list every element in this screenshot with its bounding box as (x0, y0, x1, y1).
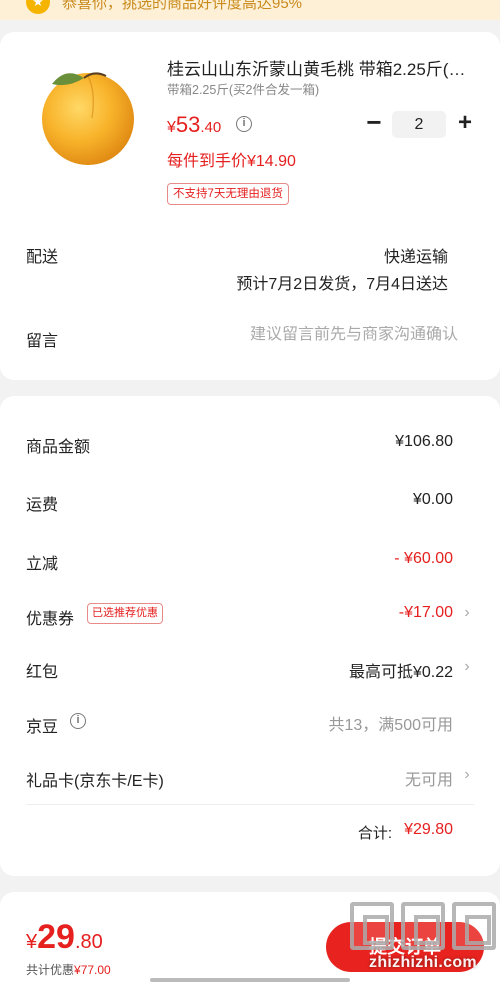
quantity-decrease-button[interactable]: − (363, 109, 385, 136)
watermark-glyph (401, 902, 445, 950)
price-decimal: .80 (74, 931, 103, 953)
quantity-increase-button[interactable]: + (454, 110, 476, 136)
no-return-badge: 不支持7天无理由退货 (167, 183, 289, 205)
product-title[interactable]: 桂云山山东沂蒙山黄毛桃 带箱2.25斤(买2件合发一箱) (167, 55, 472, 80)
watermark-glyph (350, 902, 394, 950)
shipping-fee-value: ¥0.00 (412, 491, 453, 508)
watermark-logo (350, 902, 496, 954)
savings-value: ¥77.00 (74, 963, 111, 977)
chevron-right-icon[interactable]: › (462, 766, 472, 784)
shipping-fee-label: 运费 (26, 497, 59, 514)
product-price: ¥53.40 (167, 112, 221, 138)
info-icon[interactable]: i (236, 116, 252, 132)
note-input[interactable] (188, 326, 458, 344)
site-watermark: zhizhizhi.com (350, 902, 496, 978)
savings-label: 共计优惠 (26, 963, 75, 977)
watermark-text: zhizhizhi.com (369, 954, 477, 971)
delivery-method[interactable]: 快递运输 (384, 243, 448, 267)
jingdou-label: 京豆 (26, 719, 59, 736)
medal-icon: ★ (26, 0, 50, 14)
payable-price: ¥29.80 (26, 918, 103, 957)
divider (26, 804, 474, 805)
coupon-value[interactable]: -¥17.00 (399, 604, 453, 622)
total-value: ¥29.80 (404, 821, 453, 838)
product-spec: 带箱2.25斤(买2件合发一箱) (167, 83, 320, 97)
note-label: 留言 (26, 333, 59, 350)
jingdou-value: 共13，满500可用 (328, 717, 454, 734)
instant-discount-value: - ¥60.00 (394, 550, 453, 567)
total-savings: 共计优惠¥77.00 (26, 961, 111, 978)
gift-card-value[interactable]: 无可用 (405, 766, 453, 790)
goods-amount-label: 商品金额 (26, 439, 91, 456)
price-decimal: .40 (200, 119, 222, 136)
chevron-right-icon[interactable]: › (462, 658, 472, 676)
price-integer: 53 (175, 112, 201, 137)
gift-card-label: 礼品卡(京东卡/E卡) (26, 773, 164, 790)
price-currency: ¥ (167, 119, 176, 136)
peach-image (42, 72, 134, 165)
instant-discount-label: 立减 (26, 556, 59, 573)
quantity-value[interactable]: 2 (392, 111, 446, 138)
home-indicator[interactable] (150, 978, 350, 982)
red-packet-label: 红包 (26, 664, 59, 681)
banner-text: 恭喜你，挑选的商品好评度高达95% (62, 0, 303, 12)
praise-banner: ★ 恭喜你，挑选的商品好评度高达95% (0, 0, 500, 20)
info-icon[interactable]: i (70, 713, 86, 729)
red-packet-value[interactable]: 最高可抵¥0.22 (349, 658, 453, 682)
order-summary-card: 商品金额 ¥106.80 运费 ¥0.00 立减 - ¥60.00 优惠券 已选… (0, 396, 500, 876)
total-label: 合计: (357, 825, 392, 842)
price-currency: ¥ (26, 931, 38, 953)
coupon-recommended-tag: 已选推荐优惠 (87, 603, 163, 624)
goods-amount-value: ¥106.80 (395, 433, 453, 450)
watermark-glyph (452, 902, 496, 950)
product-card: 桂云山山东沂蒙山黄毛桃 带箱2.25斤(买2件合发一箱) 带箱2.25斤(买2件… (0, 32, 500, 380)
chevron-right-icon[interactable]: › (462, 604, 472, 622)
price-integer: 29 (37, 918, 75, 956)
coupon-label: 优惠券 (26, 611, 75, 628)
unit-price: 每件到手价¥14.90 (167, 153, 296, 170)
delivery-schedule: 预计7月2日发货，7月4日送达 (236, 276, 448, 293)
delivery-label: 配送 (26, 249, 59, 266)
